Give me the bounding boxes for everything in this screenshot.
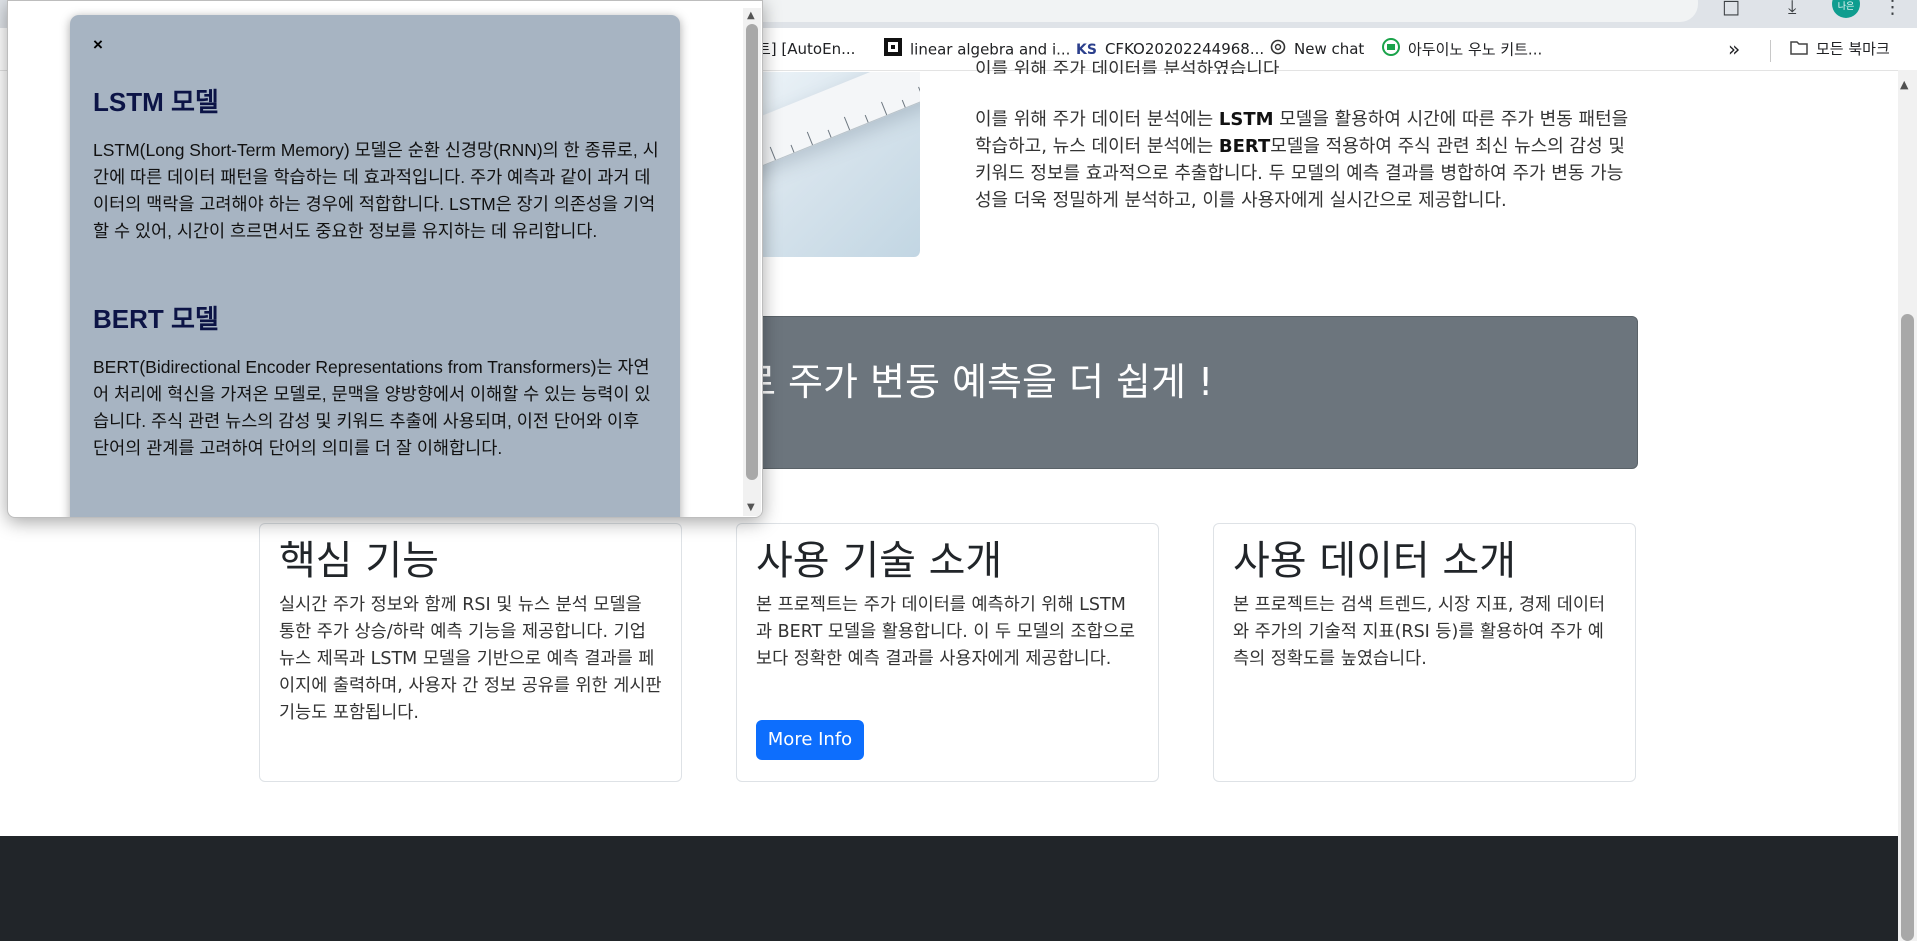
hero-image xyxy=(760,72,920,257)
bookmark-favicon-icon xyxy=(1382,38,1400,62)
data-card: 사용 데이터 소개 본 프로젝트는 검색 트렌드, 시장 지표, 경제 데이터와… xyxy=(1213,523,1636,782)
jumbotron-text: 로 주가 변동 예측을 더 쉽게 ! xyxy=(741,360,1214,404)
card-title: 사용 기술 소개 xyxy=(756,538,1003,584)
profile-avatar[interactable]: 나은 xyxy=(1832,0,1860,18)
ruler-illustration xyxy=(760,72,920,176)
card-body: 실시간 주가 정보와 함께 RSI 및 뉴스 분석 모델을 통한 주가 상승/하… xyxy=(279,595,662,723)
divider xyxy=(1770,40,1771,62)
star-bookmark-icon[interactable]: ☆ xyxy=(1652,0,1669,2)
card-title: 사용 데이터 소개 xyxy=(1233,538,1517,584)
address-bar[interactable]: ⚲ ☆ xyxy=(620,0,1698,22)
card-body: 본 프로젝트는 주가 데이터를 예측하기 위해 LSTM과 BERT 모델을 활… xyxy=(756,595,1135,669)
feature-card: 핵심 기능 실시간 주가 정보와 함께 RSI 및 뉴스 분석 모델을 통한 주… xyxy=(259,523,682,782)
menu-kebab-icon[interactable]: ⋮ xyxy=(1883,0,1902,18)
modal-heading-bert: BERT 모델 xyxy=(93,304,219,334)
card-title: 핵심 기능 xyxy=(279,538,439,584)
card-body: 본 프로젝트는 검색 트렌드, 시장 지표, 경제 데이터와 주가의 기술적 지… xyxy=(1233,595,1606,669)
bookmark-favicon-icon xyxy=(884,38,902,62)
extensions-icon[interactable]: □ xyxy=(1722,0,1740,18)
bookmark-label: New chat xyxy=(1294,40,1365,58)
scroll-up-arrow-icon[interactable]: ▲ xyxy=(747,10,755,21)
bookmark-item[interactable]: 트] [AutoEn... xyxy=(757,38,855,60)
more-bookmarks-chevron-icon[interactable]: » xyxy=(1728,38,1740,60)
close-icon[interactable]: × xyxy=(93,35,103,55)
bookmark-label: CFKO20202244968... xyxy=(1104,40,1265,58)
bookmark-item[interactable]: KS CFKO20202244968... xyxy=(1076,38,1264,60)
ks-favicon-icon: KS xyxy=(1076,41,1097,58)
all-bookmarks-label: 모든 북마크 xyxy=(1816,40,1890,58)
bookmark-label: linear algebra and i... xyxy=(910,40,1071,59)
jumbotron-banner: 로 주가 변동 예측을 더 쉽게 ! xyxy=(620,316,1638,469)
page-scrollbar-thumb[interactable] xyxy=(1901,314,1914,941)
popup-window: × LSTM 모델 LSTM(Long Short-Term Memory) 모… xyxy=(7,0,763,518)
more-info-button[interactable]: More Info xyxy=(756,720,864,760)
scroll-down-arrow-icon[interactable]: ▼ xyxy=(747,502,755,513)
bookmark-label: 아두이노 우노 키트... xyxy=(1408,40,1543,59)
bookmark-item[interactable]: New chat xyxy=(1270,38,1364,60)
download-icon[interactable]: ⤓ xyxy=(1788,0,1796,18)
bookmark-item[interactable]: linear algebra and i... xyxy=(884,38,1070,60)
popup-scrollbar-thumb[interactable] xyxy=(746,24,758,480)
modal-body-lstm: LSTM(Long Short-Term Memory) 모델은 순환 신경망(… xyxy=(93,140,659,241)
info-modal: × LSTM 모델 LSTM(Long Short-Term Memory) 모… xyxy=(70,15,680,517)
bookmark-item[interactable]: 아두이노 우노 키트... xyxy=(1382,38,1542,60)
scroll-up-arrow-icon[interactable]: ▲ xyxy=(1900,78,1908,91)
page-footer xyxy=(0,836,1898,941)
chatgpt-icon xyxy=(1270,39,1286,61)
zoom-icon[interactable]: ⚲ xyxy=(1612,0,1626,2)
folder-icon xyxy=(1790,39,1808,61)
intro-paragraph: 이를 위해 주가 데이터 분석에는 LSTM 모델을 활용하여 시간에 따른 주… xyxy=(975,109,1629,211)
bookmark-label: 트] [AutoEn... xyxy=(757,40,856,58)
intro-cutoff-line: 이를 위해 주가 데이터를 분석하였습니다 xyxy=(975,60,1280,74)
popup-scrollbar[interactable]: ▲ ▼ xyxy=(743,8,761,516)
all-bookmarks-folder[interactable]: 모든 북마크 xyxy=(1790,38,1890,60)
modal-body-bert: BERT(Bidirectional Encoder Representatio… xyxy=(93,357,651,458)
modal-heading-lstm: LSTM 모델 xyxy=(93,87,219,117)
tech-card: 사용 기술 소개 본 프로젝트는 주가 데이터를 예측하기 위해 LSTM과 B… xyxy=(736,523,1159,782)
